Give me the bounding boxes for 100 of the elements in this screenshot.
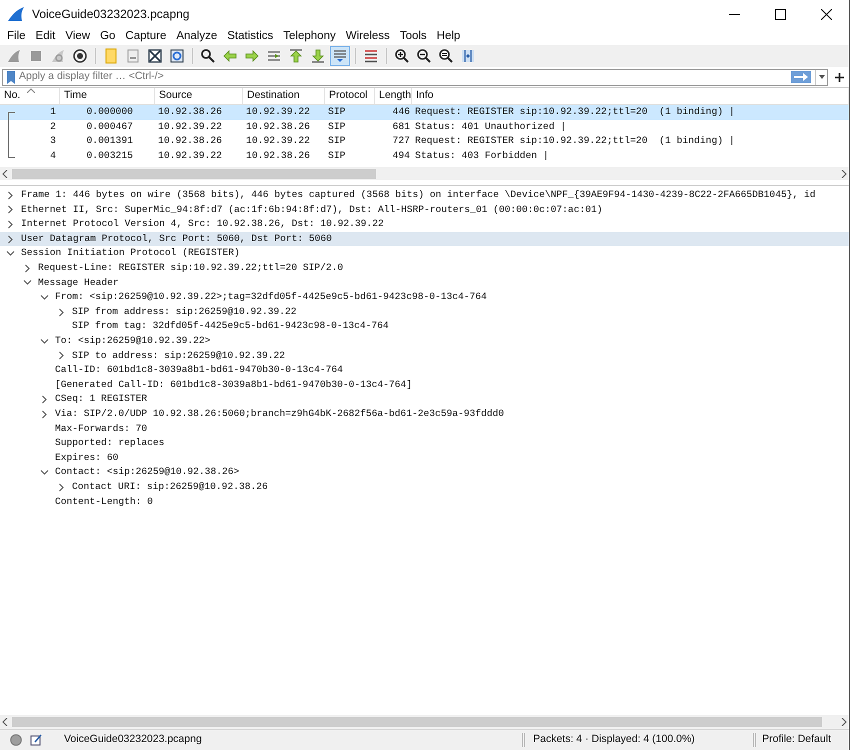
tree-row[interactable]: Internet Protocol Version 4, Src: 10.92.38.26, Dst: 10.92.39.22 [0,217,849,232]
tree-row[interactable]: Max-Forwards: 70 [0,422,849,436]
tree-item-text: From: <sip:26259@10.92.39.22>;tag=32dfd05f-4425e9c5-bd61-9423c98-0-13c4-764 [55,290,487,304]
tree-item-text: To: <sip:26259@10.92.39.22> [55,334,210,348]
edit-note-icon[interactable] [30,734,42,746]
tree-item-text: Via: SIP/2.0/UDP 10.92.38.26:5060;branch=z9hG4bK-2682f56a-bd61-2e3c59a-93fddd0 [55,407,504,421]
window-title: VoiceGuide03232023.pcapng [32,6,190,23]
chevron-right-icon[interactable] [57,351,66,360]
tree-item-text: Internet Protocol Version 4, Src: 10.92.38.26, Dst: 10.92.39.22 [21,217,384,232]
tree-row[interactable]: SIP to address: sip:26259@10.92.39.22 [0,348,849,364]
menu-item[interactable]: Statistics [222,30,278,42]
scroll-left-icon[interactable] [2,170,8,178]
dropdown-button[interactable] [815,70,827,84]
menu-item[interactable]: Capture [120,30,172,42]
tree-row[interactable]: [Generated Call-ID: 601bd1c8-3039a8b1-bd61-9470b30-0-13c4-764] [0,378,849,392]
chevron-right-icon[interactable] [23,264,32,273]
table-cell-text: SIP [327,105,346,120]
tree-item-text: [Generated Call-ID: 601bd1c8-3039a8b1-bd61-9470b30-0-13c4-764] [55,378,412,392]
scroll-left-icon[interactable] [2,718,8,726]
column-header[interactable]: Time [60,88,155,104]
chevron-down-icon[interactable] [40,336,49,346]
table-cell-text: 10.92.39.22 [245,105,311,120]
tree-row[interactable]: Supported: replaces [0,436,849,451]
table-cell-text: Status: 401 Unauthorized | [414,120,568,134]
bookmark-icon[interactable] [7,70,15,84]
column-header[interactable]: Source [155,88,243,104]
menu-item[interactable]: Wireless [340,30,395,42]
column-header[interactable]: Destination [243,88,325,104]
column-header[interactable]: Length [375,88,412,104]
shark-fin-logo-icon [8,7,24,21]
tree-row[interactable]: CSeq: 1 REGISTER [0,392,849,407]
caret-down-icon [818,75,824,79]
tree-item-text: Call-ID: 601bd1c8-3039a8b1-bd61-9470b30-0-13c4-764 [55,363,343,378]
column-header[interactable]: Info [412,88,849,104]
tree-row[interactable]: SIP from tag: 32dfd05f-4425e9c5-bd61-9423c98-0-13c4-764 [0,319,849,334]
tree-row[interactable]: From: <sip:26259@10.92.39.22>;tag=32dfd05f-4425e9c5-bd61-9423c98-0-13c4-764 [0,290,849,305]
table-cell-text: 10.92.38.26 [157,105,223,120]
file-name: VoiceGuide03232023.pcapng [64,732,202,748]
tree-row[interactable]: Message Header [0,276,849,290]
packet-row[interactable]: 2 0.000467 10.92.39.22 10.92.38.26 SIP 681 Status: 401 Unauthorized | [0,120,849,134]
scroll-right-icon[interactable] [841,718,847,726]
table-cell-text: Status: 403 Forbidden | [414,148,550,163]
table-cell-text: 10.92.39.22 [245,134,311,148]
menu-item[interactable]: Telephony [278,30,341,42]
tree-row[interactable]: Call-ID: 601bd1c8-3039a8b1-bd61-9470b30-0-13c4-764 [0,363,849,378]
tree-item-text: SIP from tag: 32dfd05f-4425e9c5-bd61-9423c98-0-13c4-764 [72,319,389,334]
tree-item-text: Max-Forwards: 70 [55,422,148,436]
packet-row[interactable]: 4 0.003215 10.92.39.22 10.92.38.26 SIP 494 Status: 403 Forbidden | [0,148,849,164]
table-cell-text: SIP [327,148,346,163]
tree-row[interactable]: Expires: 60 [0,450,849,466]
column-header[interactable]: Protocol [325,88,375,104]
chevron-right-icon[interactable] [57,308,66,317]
tree-item-text: Expires: 60 [55,450,118,465]
autoscroll-icon[interactable] [330,46,350,66]
tree-row[interactable]: Session Initiation Protocol (REGISTER) [0,246,849,261]
horizontal-scrollbar[interactable] [0,167,849,180]
menu-item[interactable]: Go [95,30,120,42]
column-header[interactable]: No. [0,88,60,104]
tree-row[interactable]: Ethernet II, Src: SuperMic_94:8f:d7 (ac:1f:6b:94:8f:d7), Dst: All-HSRP-routers_01 (00:00:0c:07:ac:01) [0,202,849,218]
scroll-right-icon[interactable] [841,170,847,178]
table-cell-text: Request: REGISTER sip:10.92.39.22;ttl=20 (1 binding) | [414,105,736,120]
tree-row[interactable]: Via: SIP/2.0/UDP 10.92.38.26:5060;branch=z9hG4bK-2682f56a-bd61-2e3c59a-93fddd0 [0,406,849,422]
conversation-bracket-drawing [8,112,16,158]
sort-caret-icon [27,88,35,93]
table-cell-text: 681 [392,120,411,134]
tree-row[interactable]: User Datagram Protocol, Src Port: 5060, Dst Port: 5060 [0,232,849,246]
horizontal-scrollbar[interactable] [0,715,849,729]
menu-item[interactable]: Edit [30,30,60,42]
chevron-down-icon[interactable] [6,249,15,258]
tree-row[interactable]: Contact URI: sip:26259@10.92.38.26 [0,480,849,494]
table-cell-text: 10.92.39.22 [157,148,223,163]
packet-row[interactable]: 3 0.001391 10.92.38.26 10.92.39.22 SIP 727 Request: REGISTER sip:10.92.39.22;ttl=20 (1 binding) | [0,134,849,149]
table-cell-text: 1 [49,105,57,120]
tree-row[interactable]: Request-Line: REGISTER sip:10.92.39.22;ttl=20 SIP/2.0 [0,260,849,276]
table-cell-text: 446 [392,105,411,120]
packet-row[interactable]: 1 0.000000 10.92.38.26 10.92.39.22 SIP 446 Request: REGISTER sip:10.92.39.22;ttl=20 (1 binding) | [0,105,849,120]
table-cell-text: Request: REGISTER sip:10.92.39.22;ttl=20 (1 binding) | [414,134,736,148]
tree-item-text: Session Initiation Protocol (REGISTER) [21,246,240,260]
table-cell-text: 2 [49,120,57,134]
tree-row[interactable]: To: <sip:26259@10.92.39.22> [0,334,849,349]
menu-item[interactable]: File [2,30,31,42]
tree-item-text: Ethernet II, Src: SuperMic_94:8f:d7 (ac:1f:6b:94:8f:d7), Dst: All-HSRP-routers_01 (00:00:0c:07:ac:01) [21,202,602,217]
menu-item[interactable]: Help [432,30,466,42]
chevron-right-icon[interactable] [57,482,66,492]
menu-item[interactable]: Analyze [171,30,222,42]
tree-row[interactable]: Content-Length: 0 [0,494,849,510]
table-cell-text: 10.92.38.26 [157,134,223,148]
menu-item[interactable]: Tools [394,30,432,42]
tree-row[interactable]: Contact: <sip:26259@10.92.38.26> [0,465,849,480]
menu-item[interactable]: View [60,30,96,42]
table-cell-text: 10.92.39.22 [157,120,223,134]
chevron-down-icon[interactable] [40,468,49,478]
tree-item-text: Message Header [38,276,119,290]
tree-row[interactable]: SIP from address: sip:26259@10.92.39.22 [0,304,849,320]
table-cell-text: 3 [49,134,57,148]
table-cell-text: 0.003215 [85,148,134,163]
packet-count: Packets: 4 · Displayed: 4 (100.0%) [533,732,696,748]
status-circle-icon[interactable] [10,734,22,746]
table-cell-text: 0.000467 [85,120,134,134]
maximize-icon [774,8,786,20]
